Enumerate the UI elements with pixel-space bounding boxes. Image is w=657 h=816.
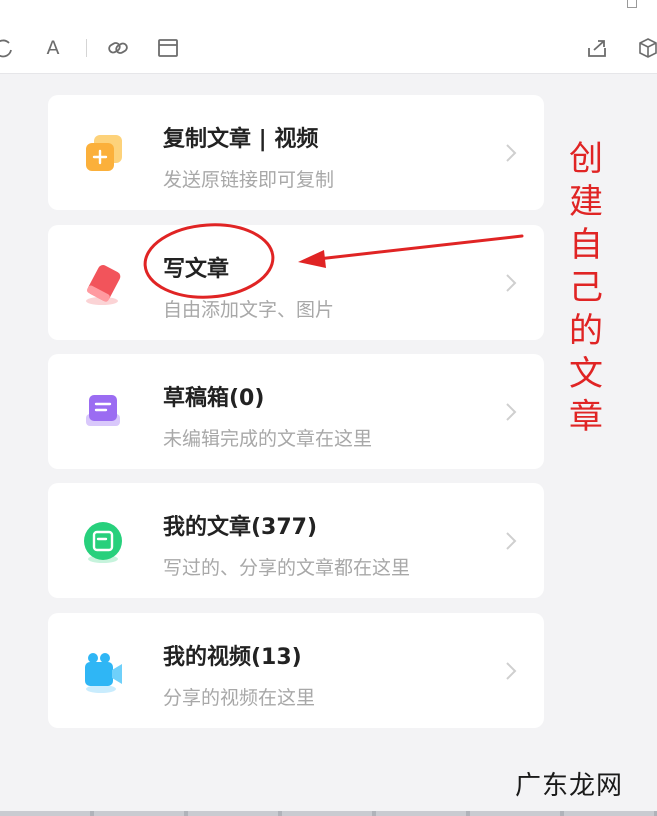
copy-icon <box>80 131 126 177</box>
drafts-card[interactable]: 草稿箱(0) 未编辑完成的文章在这里 <box>48 354 544 469</box>
card-subtitle: 未编辑完成的文章在这里 <box>163 428 373 450</box>
chevron-right-icon <box>504 272 518 294</box>
cube-icon[interactable] <box>637 37 657 59</box>
font-icon[interactable]: A <box>42 37 64 59</box>
my-videos-card[interactable]: 我的视频(13) 分享的视频在这里 <box>48 613 544 728</box>
my-articles-card[interactable]: 我的文章(377) 写过的、分享的文章都在这里 <box>48 483 544 598</box>
card-icon[interactable] <box>157 37 179 59</box>
taskbar-strip <box>0 811 657 816</box>
card-subtitle: 发送原链接即可复制 <box>163 169 335 191</box>
annotation-char: 自 <box>569 225 603 265</box>
chevron-right-icon <box>504 401 518 423</box>
card-title: 我的文章(377) <box>163 515 318 540</box>
editor-toolbar: A <box>0 20 657 74</box>
video-icon <box>80 649 126 695</box>
pen-icon <box>80 261 126 307</box>
window-corner <box>627 0 637 8</box>
card-subtitle: 分享的视频在这里 <box>163 687 316 709</box>
window-top-strip <box>0 0 657 20</box>
copy-article-card[interactable]: 复制文章 | 视频 发送原链接即可复制 <box>48 95 544 210</box>
annotation-char: 章 <box>569 397 603 437</box>
chevron-right-icon <box>504 660 518 682</box>
write-article-card[interactable]: 写文章 自由添加文字、图片 <box>48 225 544 340</box>
annotation-char: 建 <box>569 182 603 222</box>
annotation-char: 的 <box>569 311 603 351</box>
chevron-right-icon <box>504 142 518 164</box>
watermark: 广东龙网 <box>514 771 623 801</box>
card-title: 复制文章 | 视频 <box>163 127 319 152</box>
inbox-icon <box>80 390 126 436</box>
card-subtitle: 自由添加文字、图片 <box>163 299 335 321</box>
annotation-char: 己 <box>569 268 603 308</box>
card-title: 草稿箱(0) <box>163 386 265 411</box>
annotation-char: 文 <box>569 354 603 394</box>
link-icon[interactable] <box>107 37 129 59</box>
card-subtitle: 写过的、分享的文章都在这里 <box>163 557 411 579</box>
annotation-char: 创 <box>569 139 603 179</box>
annotation-text: 创 建 自 己 的 文 章 <box>562 138 610 439</box>
share-icon[interactable] <box>586 37 608 59</box>
card-title: 写文章 <box>163 257 230 282</box>
article-icon <box>80 519 126 565</box>
undo-icon[interactable] <box>0 37 14 59</box>
card-title: 我的视频(13) <box>163 645 302 670</box>
toolbar-divider <box>86 39 87 57</box>
chevron-right-icon <box>504 530 518 552</box>
